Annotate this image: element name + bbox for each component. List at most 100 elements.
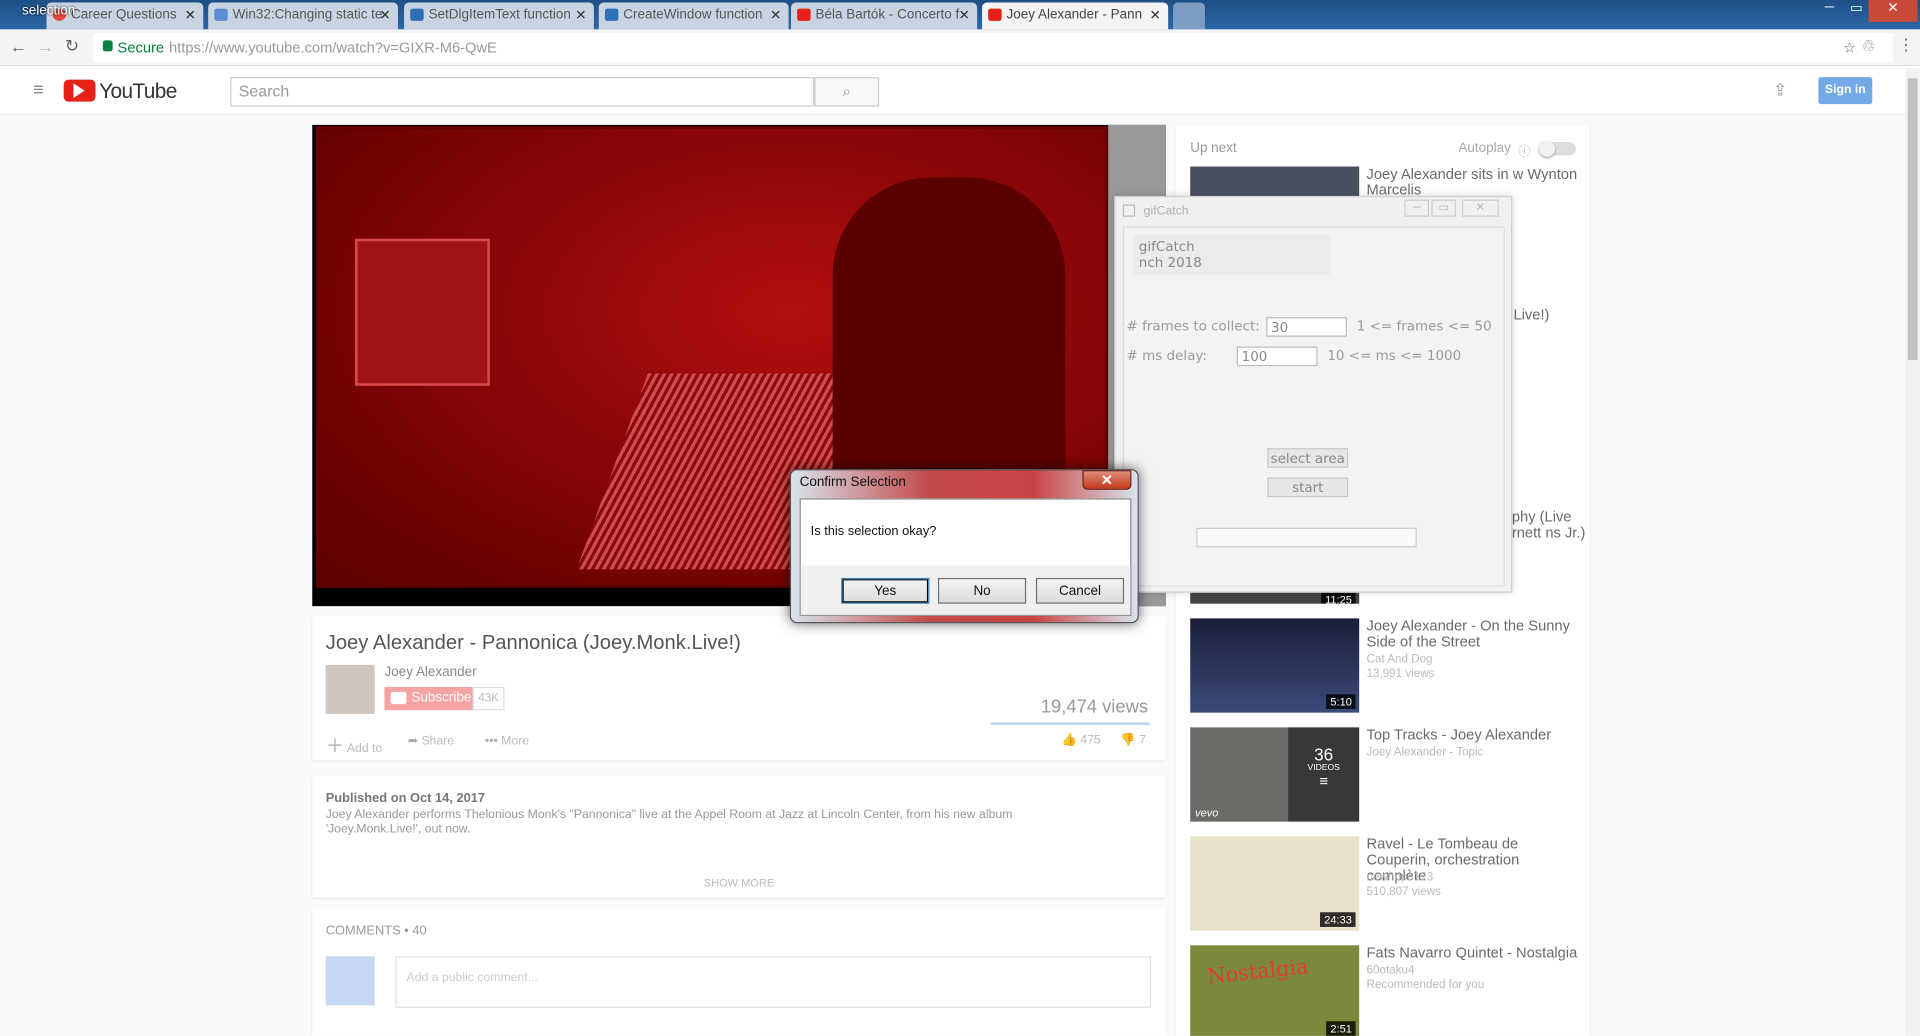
tab-close-icon[interactable]: ✕	[770, 7, 781, 24]
comment-input[interactable]: Add a public comment...	[395, 956, 1152, 1008]
url-text[interactable]: https://www.youtube.com/watch?v=GIXR-M6-…	[169, 39, 497, 56]
rec-title-1[interactable]: Live!)	[1513, 307, 1586, 323]
dialog-close-button[interactable]: ✕	[1082, 470, 1132, 490]
rec-channel-4[interactable]: Joey Alexander - Topic	[1367, 746, 1484, 761]
gif-minimize-button[interactable]: ─	[1404, 199, 1429, 217]
rec-thumb-3[interactable]: 5:10	[1190, 618, 1360, 713]
subscribe-button[interactable]: Subscribe	[384, 686, 473, 711]
tab-label: Win32:Changing static te	[232, 7, 383, 23]
gif-maximize-button[interactable]: ▭	[1431, 199, 1456, 217]
like-button[interactable]: 👍 475	[1062, 733, 1101, 746]
gif-close-button[interactable]: ✕	[1462, 199, 1499, 217]
more-label: More	[501, 734, 530, 749]
sign-in-button[interactable]: Sign in	[1818, 77, 1873, 105]
reload-icon[interactable]: ↻	[65, 36, 79, 57]
duration-badge: 5:10	[1326, 694, 1356, 709]
rec-thumb-2[interactable]: 11:25	[1190, 592, 1360, 604]
minimize-button[interactable]: ─	[1815, 0, 1844, 22]
tab-win32[interactable]: Win32:Changing static te ✕	[208, 2, 398, 30]
tab-close-icon[interactable]: ✕	[185, 7, 196, 24]
forward-icon[interactable]: →	[37, 37, 54, 57]
up-next-label: Up next	[1190, 140, 1237, 156]
channel-name[interactable]: Joey Alexander	[384, 665, 476, 680]
dialog-body: Is this selection okay? Yes No Cancel	[799, 498, 1132, 616]
tab-createwindow[interactable]: CreateWindow function ✕	[598, 2, 789, 30]
frames-input[interactable]: 30	[1266, 317, 1347, 337]
cancel-button[interactable]: Cancel	[1035, 577, 1125, 604]
gifcatch-client: gifCatch nch 2018 # frames to collect: 3…	[1122, 226, 1505, 587]
app-icon	[1122, 204, 1136, 217]
duration-badge: 2:51	[1326, 1021, 1356, 1036]
rec-title-2[interactable]: ophy (Live arnett ns Jr.)	[1504, 509, 1587, 541]
rec-title-4[interactable]: Top Tracks - Joey Alexander	[1367, 727, 1581, 743]
hamburger-icon[interactable]: ≡	[33, 80, 44, 101]
autoplay-toggle[interactable]	[1539, 140, 1576, 157]
dislike-button[interactable]: 👎 7	[1120, 733, 1145, 746]
search-input[interactable]: Search	[230, 77, 815, 107]
add-to-label: Add to	[346, 742, 383, 756]
scrollbar-thumb[interactable]	[1907, 78, 1918, 361]
playlist-icon: ≡	[1319, 772, 1328, 790]
rec-thumb-4[interactable]: 36 VIDEOS ≡ vevo	[1190, 727, 1360, 822]
page-scrollbar[interactable]	[1905, 68, 1920, 1036]
share-button[interactable]: ➦ Share	[408, 735, 454, 748]
rec-title-6[interactable]: Fats Navarro Quintet - Nostalgia	[1367, 945, 1581, 961]
upload-icon[interactable]: ⇪	[1773, 80, 1787, 101]
tab-label: Béla Bartók - Concerto f	[815, 7, 960, 23]
bookmark-star-icon[interactable]: ☆	[1843, 39, 1856, 56]
publish-date: Published on Oct 14, 2017	[325, 791, 486, 806]
tab-bartok[interactable]: Béla Bartók - Concerto f ✕	[791, 2, 978, 30]
rec-thumb-6[interactable]: Nostalgia 2:51	[1190, 945, 1360, 1036]
select-area-button[interactable]: select area	[1267, 448, 1349, 468]
delay-input[interactable]: 100	[1236, 346, 1318, 367]
info-icon[interactable]: ⓘ	[1518, 141, 1530, 159]
add-to-button[interactable]: ＋ Add to	[326, 732, 383, 758]
channel-avatar[interactable]	[325, 664, 375, 714]
omnibox[interactable]: Secure https://www.youtube.com/watch?v=G…	[93, 33, 1894, 63]
tab-close-icon[interactable]: ✕	[1150, 7, 1161, 24]
close-button[interactable]: ✕	[1868, 0, 1918, 23]
comments-card: COMMENTS • 40 Add a public comment...	[312, 907, 1166, 1036]
youtube-small-icon	[390, 691, 407, 705]
tab-close-icon[interactable]: ✕	[959, 7, 970, 24]
tab-label: Joey Alexander - Pann	[1006, 7, 1143, 23]
secure-label: Secure	[117, 39, 165, 57]
rec-channel-5[interactable]: newhope123	[1367, 871, 1434, 886]
rec-views-5: 510,807 views	[1366, 885, 1441, 899]
show-more-button[interactable]: SHOW MORE	[312, 877, 1165, 889]
description-card: Published on Oct 14, 2017 Joey Alexander…	[312, 775, 1166, 898]
dislike-count: 7	[1139, 733, 1146, 747]
share-label: Share	[421, 734, 455, 749]
extension-icon[interactable]: ♲	[1861, 37, 1875, 57]
tab-setdlgitemtext[interactable]: SetDlgItemText function ✕	[404, 2, 594, 30]
duration-badge: 24:33	[1320, 912, 1356, 927]
play-triangle-icon	[73, 83, 85, 98]
video-info-card: Joey Alexander - Pannonica (Joey.Monk.Li…	[312, 615, 1166, 761]
rec-thumb-5[interactable]: 24:33	[1190, 836, 1360, 931]
delay-hint: 10 <= ms <= 1000	[1327, 347, 1462, 364]
start-button[interactable]: start	[1267, 477, 1349, 498]
share-icon: ➦	[407, 734, 419, 749]
tab-close-icon[interactable]: ✕	[575, 7, 586, 24]
address-bar-row: ← → ↻ Secure https://www.youtube.com/wat…	[0, 29, 1920, 67]
tab-close-icon[interactable]: ✕	[379, 7, 390, 24]
youtube-logo-text[interactable]: YouTube	[99, 80, 177, 104]
new-tab-button[interactable]	[1173, 2, 1205, 30]
rec-views-3: 13,991 views	[1366, 667, 1435, 681]
rec-channel-3[interactable]: Cat And Dog	[1367, 653, 1433, 668]
search-button[interactable]: ⌕	[814, 77, 880, 107]
rec-title-3[interactable]: Joey Alexander - On the Sunny Side of th…	[1367, 618, 1581, 650]
rec-title-0[interactable]: Joey Alexander sits in w Wynton Marcelis	[1367, 166, 1581, 199]
yes-button[interactable]: Yes	[841, 577, 930, 604]
no-button[interactable]: No	[937, 577, 1027, 604]
back-icon[interactable]: ←	[10, 37, 27, 57]
more-button[interactable]: ••• More	[485, 735, 529, 748]
maximize-button[interactable]: ▭	[1842, 0, 1871, 22]
rec-channel-6[interactable]: 60otaku4	[1367, 964, 1415, 979]
piano-lid-image	[355, 238, 490, 386]
subscribe-label: Subscribe	[411, 690, 472, 706]
tab-joey-alexander[interactable]: Joey Alexander - Pann ✕	[982, 2, 1169, 30]
menu-icon[interactable]: ⋮	[1898, 36, 1914, 56]
tab-favicon-icon	[604, 8, 619, 21]
video-title: Joey Alexander - Pannonica (Joey.Monk.Li…	[325, 631, 741, 654]
